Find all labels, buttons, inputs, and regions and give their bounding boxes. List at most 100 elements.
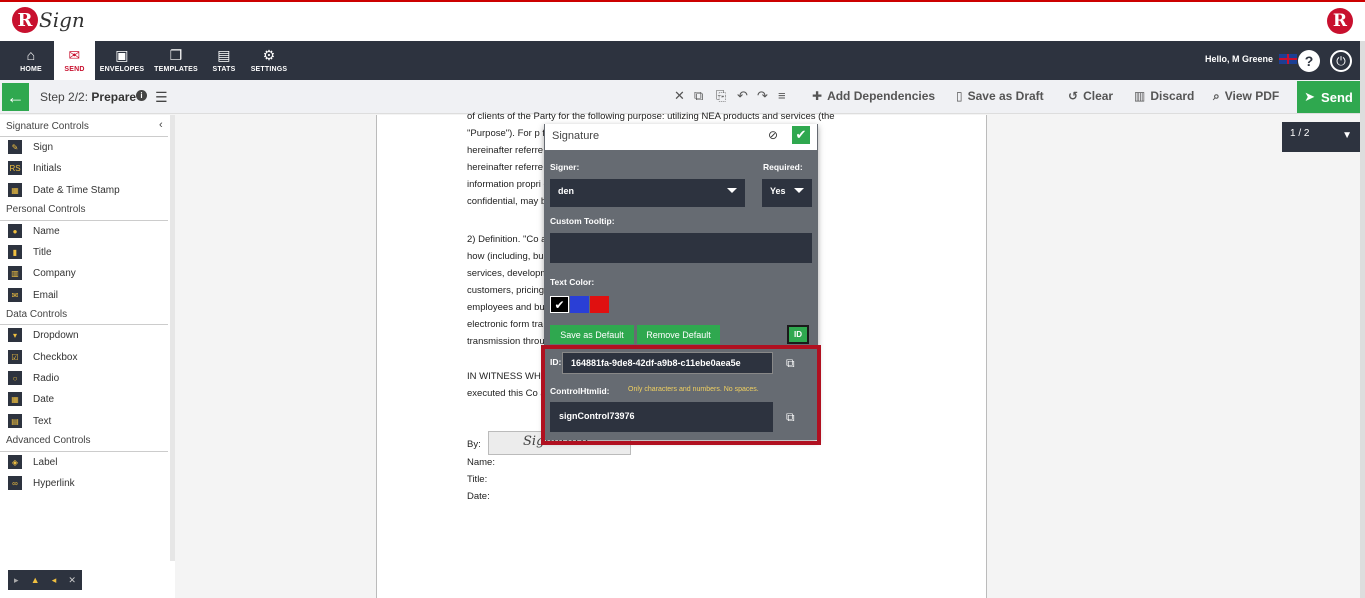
clear-button[interactable]: ↺ Clear <box>1068 89 1113 103</box>
brand-bar: R Sign R <box>0 0 1365 41</box>
save-as-default-button[interactable]: Save as Default <box>550 325 634 344</box>
left-arrow-icon[interactable]: ◂ <box>52 575 57 586</box>
control-date-time-stamp[interactable]: ▦ Date & Time Stamp <box>8 183 120 197</box>
remove-default-button[interactable]: Remove Default <box>637 325 720 344</box>
signer-select[interactable]: den <box>550 179 745 207</box>
paste-icon[interactable]: ⎘ <box>716 88 726 104</box>
pin-icon[interactable]: ✕ <box>68 575 76 586</box>
signer-label: Signer: <box>550 162 580 172</box>
id-value: 164881fa-9de8-42df-a9b8-c11ebe0aea5e <box>571 358 741 368</box>
up-arrow-icon[interactable]: ▲ <box>31 575 40 585</box>
calendar-clock-icon: ▦ <box>8 183 22 197</box>
control-date[interactable]: ▦ Date <box>8 392 54 406</box>
confirm-button[interactable]: ✔ <box>792 126 810 144</box>
redo-icon[interactable]: ↷ <box>757 88 768 104</box>
clear-label: Clear <box>1083 89 1114 103</box>
control-initials[interactable]: RS Initials <box>8 161 61 175</box>
copy-html-id-icon[interactable]: ⧉ <box>786 410 795 425</box>
user-greeting[interactable]: Hello, M Greene <box>1205 54 1273 64</box>
back-button[interactable]: ← <box>2 83 29 111</box>
collapse-icon[interactable]: ‹ <box>159 119 163 131</box>
view-pdf-label: View PDF <box>1224 89 1280 103</box>
nav-settings[interactable]: ⚙ SETTINGS <box>249 41 289 80</box>
undo-icon[interactable]: ↶ <box>737 88 748 104</box>
play-icon[interactable]: ▸ <box>14 575 19 586</box>
rsign-logo[interactable]: R Sign <box>12 7 85 33</box>
control-company-label: Company <box>33 267 76 279</box>
nav-templates[interactable]: ❐ TEMPLATES <box>154 41 198 80</box>
copy-icon[interactable]: ⧉ <box>694 88 703 104</box>
color-swatch-black[interactable]: ✔ <box>550 296 569 313</box>
control-company[interactable]: ▥ Company <box>8 266 76 280</box>
logout-button[interactable]: ⏻ <box>1330 50 1352 72</box>
copy-id-icon[interactable]: ⧉ <box>786 356 795 371</box>
control-radio[interactable]: ○ Radio <box>8 371 59 385</box>
rpost-logo-icon[interactable]: R <box>1327 8 1353 34</box>
list-icon[interactable]: ☰ <box>155 89 168 106</box>
uk-flag-icon[interactable] <box>1279 54 1297 64</box>
home-icon: ⌂ <box>26 47 36 63</box>
control-email-label: Email <box>33 289 59 301</box>
help-button[interactable]: ? <box>1298 50 1320 72</box>
control-hyperlink-label: Hyperlink <box>33 477 75 489</box>
building-icon: ▥ <box>8 266 22 280</box>
control-date-label: Date <box>33 393 55 405</box>
color-swatch-red[interactable] <box>590 296 609 313</box>
control-html-id-input[interactable]: signControl73976 <box>550 402 773 432</box>
id-toggle-button[interactable]: ID <box>787 325 809 344</box>
ban-icon[interactable]: ⊘ <box>768 128 778 142</box>
control-hyperlink[interactable]: ∞ Hyperlink <box>8 476 75 490</box>
control-sign[interactable]: ✎ Sign <box>8 140 53 154</box>
control-email[interactable]: ✉ Email <box>8 288 58 302</box>
send-button[interactable]: ➤ Send <box>1297 81 1360 113</box>
custom-tooltip-input[interactable] <box>550 233 812 263</box>
chevron-down-icon <box>727 188 737 193</box>
id-field[interactable]: 164881fa-9de8-42df-a9b8-c11ebe0aea5e <box>562 352 773 374</box>
control-text[interactable]: ▤ Text <box>8 414 51 428</box>
name-label: Name: <box>467 457 495 468</box>
view-pdf-button[interactable]: ⌕ View PDF <box>1213 89 1279 104</box>
required-select[interactable]: Yes <box>762 179 812 207</box>
page-selector[interactable]: 1 / 2 ▼ <box>1282 122 1362 152</box>
add-dependencies-button[interactable]: ✚ Add Dependencies <box>812 89 935 103</box>
close-icon[interactable]: ✕ <box>674 88 685 104</box>
nav-envelopes[interactable]: ▣ ENVELOPES <box>100 41 144 80</box>
control-name-label: Name <box>33 225 60 237</box>
control-dropdown[interactable]: ▾ Dropdown <box>8 328 79 342</box>
text-color-label: Text Color: <box>550 277 595 287</box>
nav-send[interactable]: ✉ SEND <box>54 41 95 80</box>
control-label[interactable]: ◈ Label <box>8 455 57 469</box>
section-advanced-controls: Advanced Controls <box>6 435 91 446</box>
signer-value: den <box>558 186 575 196</box>
nav-stats[interactable]: ▤ STATS <box>207 41 241 80</box>
reset-icon: ↺ <box>1068 89 1079 103</box>
control-text-label: Text <box>33 415 52 427</box>
control-sign-label: Sign <box>33 141 54 153</box>
divider <box>0 324 168 325</box>
trash-icon: ▥ <box>1134 89 1146 103</box>
chevron-down-icon <box>794 188 804 193</box>
control-title[interactable]: ▮ Title <box>8 245 52 259</box>
nav-stats-label: STATS <box>212 66 236 73</box>
by-label: By: <box>467 439 481 450</box>
step-name: Prepare <box>91 90 137 104</box>
radio-icon: ○ <box>8 371 22 385</box>
control-date-time-stamp-label: Date & Time Stamp <box>33 184 120 196</box>
control-checkbox[interactable]: ☑ Checkbox <box>8 350 77 364</box>
color-swatch-blue[interactable] <box>570 296 589 313</box>
control-name[interactable]: ● Name <box>8 224 60 238</box>
nav-home[interactable]: ⌂ HOME <box>10 41 52 80</box>
checkbox-icon: ☑ <box>8 350 22 364</box>
documents-icon: ❐ <box>169 47 183 63</box>
save-draft-button[interactable]: ▯ Save as Draft <box>956 89 1044 103</box>
briefcase-icon: ▤ <box>217 47 231 63</box>
section-data-controls: Data Controls <box>6 309 68 320</box>
discard-button[interactable]: ▥ Discard <box>1134 89 1194 103</box>
info-icon[interactable]: i <box>136 90 147 101</box>
id-label: ID: <box>550 357 562 367</box>
section-signature-controls: Signature Controls <box>6 121 89 132</box>
mini-toolbar: ▸ ▲ ◂ ✕ <box>8 570 82 590</box>
align-icon[interactable]: ≡ <box>778 88 786 103</box>
page-scrollbar[interactable] <box>1360 41 1365 598</box>
discard-label: Discard <box>1150 89 1195 103</box>
